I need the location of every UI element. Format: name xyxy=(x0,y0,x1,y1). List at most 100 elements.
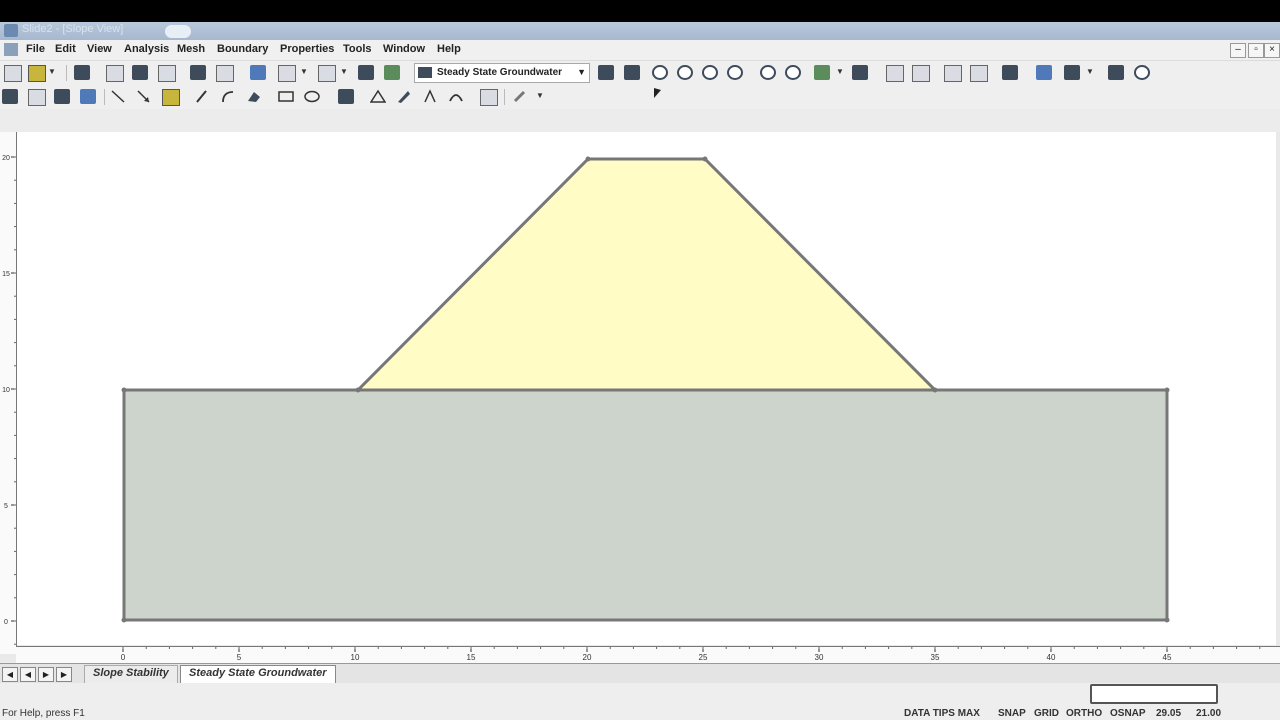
display-options-icon[interactable] xyxy=(814,65,830,80)
vertex[interactable] xyxy=(1164,387,1170,393)
chevron-down-icon[interactable]: ▼ xyxy=(300,67,308,76)
open-folder-icon[interactable] xyxy=(28,65,46,82)
add-annotation-icon[interactable] xyxy=(1064,65,1080,80)
first-tab-icon[interactable]: ◀ xyxy=(2,667,18,682)
target-icon[interactable] xyxy=(1002,65,1018,80)
help-icon[interactable] xyxy=(1134,65,1150,80)
vertex[interactable] xyxy=(121,617,127,623)
select-region-icon[interactable] xyxy=(912,65,930,82)
undo-icon[interactable] xyxy=(278,65,296,82)
new-file-icon[interactable] xyxy=(4,65,22,82)
vertex[interactable] xyxy=(355,387,361,393)
last-tab-icon[interactable]: ▶ xyxy=(56,667,72,682)
arrow-tool-icon[interactable] xyxy=(136,89,152,104)
print-icon[interactable] xyxy=(132,65,148,80)
grid-snap-icon[interactable] xyxy=(970,65,988,82)
zoom-extents-icon[interactable] xyxy=(760,65,776,80)
grid-icon[interactable] xyxy=(28,89,46,106)
zoom-in-icon[interactable] xyxy=(677,65,693,80)
tab-steady-state-groundwater[interactable]: Steady State Groundwater xyxy=(180,665,336,684)
slope-model[interactable] xyxy=(17,132,1276,645)
menu-analysis[interactable]: Analysis xyxy=(124,43,169,55)
vertex[interactable] xyxy=(1164,617,1170,623)
eraser-icon[interactable] xyxy=(512,89,528,104)
status-osnap[interactable]: OSNAP xyxy=(1110,708,1146,719)
polyline-tool-icon[interactable] xyxy=(246,89,262,104)
document-icon[interactable] xyxy=(4,43,18,56)
snap-icon[interactable] xyxy=(944,65,962,82)
menu-mesh[interactable]: Mesh xyxy=(177,43,205,55)
chevron-down-icon[interactable]: ▼ xyxy=(577,67,586,77)
menu-view[interactable]: View xyxy=(87,43,112,55)
model-canvas[interactable] xyxy=(17,132,1276,645)
triangle-tool-icon[interactable] xyxy=(369,89,387,104)
chart-tool-icon[interactable] xyxy=(480,89,498,106)
vertex[interactable] xyxy=(585,156,591,162)
embankment-layer[interactable] xyxy=(354,157,939,392)
angle-tool-icon[interactable] xyxy=(422,89,438,104)
prev-tab-icon[interactable]: ◀ xyxy=(20,667,36,682)
table-icon[interactable] xyxy=(598,65,614,80)
vertical-ruler-ticks: 20 15 10 5 0 xyxy=(2,155,16,645)
y-ruler-label: 5 xyxy=(4,503,8,510)
dimension-tool-icon[interactable] xyxy=(396,89,412,104)
measure-icon[interactable] xyxy=(852,65,868,80)
line-tool-glyph xyxy=(111,90,125,103)
vertex[interactable] xyxy=(702,156,708,162)
chevron-down-icon[interactable]: ▼ xyxy=(340,67,348,76)
pencil-icon[interactable] xyxy=(194,89,210,104)
compute-icon[interactable] xyxy=(358,65,374,80)
y-ruler-label: 0 xyxy=(4,619,8,626)
menu-edit[interactable]: Edit xyxy=(55,43,76,55)
interpret-icon[interactable] xyxy=(384,65,400,80)
next-tab-icon[interactable]: ▶ xyxy=(38,667,54,682)
zoom-window-icon[interactable] xyxy=(727,65,743,80)
menu-tools[interactable]: Tools xyxy=(343,43,372,55)
material-icon[interactable] xyxy=(54,89,70,104)
chevron-down-icon[interactable]: ▼ xyxy=(1086,67,1094,76)
restore-icon[interactable]: ▫ xyxy=(1248,43,1264,58)
chevron-down-icon[interactable]: ▼ xyxy=(48,67,56,76)
export-icon[interactable] xyxy=(1108,65,1124,80)
chevron-down-icon[interactable]: ▼ xyxy=(836,67,844,76)
page-setup-icon[interactable] xyxy=(158,65,176,82)
menu-help[interactable]: Help xyxy=(437,43,461,55)
status-grid[interactable]: GRID xyxy=(1034,708,1059,719)
edit-vertices-icon[interactable] xyxy=(162,89,180,106)
menu-properties[interactable]: Properties xyxy=(280,43,334,55)
split-view-icon[interactable] xyxy=(216,65,234,82)
analysis-mode-select[interactable]: Steady State Groundwater ▼ xyxy=(414,63,590,83)
chart-icon[interactable] xyxy=(624,65,640,80)
curve-tool-icon[interactable] xyxy=(448,89,464,104)
status-ortho[interactable]: ORTHO xyxy=(1066,708,1102,719)
close-icon[interactable]: × xyxy=(1264,43,1280,58)
query-icon[interactable] xyxy=(1036,65,1052,80)
tab-slope-stability[interactable]: Slope Stability xyxy=(84,665,178,684)
zoom-out-icon[interactable] xyxy=(702,65,718,80)
chevron-down-icon[interactable]: ▼ xyxy=(536,91,544,100)
foundation-layer[interactable] xyxy=(122,388,1169,622)
minimize-icon[interactable]: – xyxy=(1230,43,1246,58)
menu-file[interactable]: File xyxy=(26,43,45,55)
print-preview-icon[interactable] xyxy=(106,65,124,82)
vertex[interactable] xyxy=(932,387,938,393)
layers-icon[interactable] xyxy=(250,65,266,80)
menu-window[interactable]: Window xyxy=(383,43,425,55)
boundary-icon[interactable] xyxy=(2,89,18,104)
status-snap[interactable]: SNAP xyxy=(998,708,1026,719)
menu-boundary[interactable]: Boundary xyxy=(217,43,268,55)
select-icon[interactable] xyxy=(886,65,904,82)
zoom-all-icon[interactable] xyxy=(652,65,668,80)
zoom-previous-icon[interactable] xyxy=(785,65,801,80)
line-tool-icon[interactable] xyxy=(110,89,126,104)
redo-icon[interactable] xyxy=(318,65,336,82)
copy-icon[interactable] xyxy=(190,65,206,80)
status-data-tips[interactable]: DATA TIPS MAX xyxy=(904,708,980,719)
save-icon[interactable] xyxy=(74,65,90,80)
text-box-icon[interactable] xyxy=(338,89,354,104)
vertex[interactable] xyxy=(121,387,127,393)
properties-icon[interactable] xyxy=(80,89,96,104)
rectangle-tool-icon[interactable] xyxy=(278,89,294,104)
ellipse-tool-icon[interactable] xyxy=(304,89,320,104)
arc-tool-icon[interactable] xyxy=(220,89,236,104)
